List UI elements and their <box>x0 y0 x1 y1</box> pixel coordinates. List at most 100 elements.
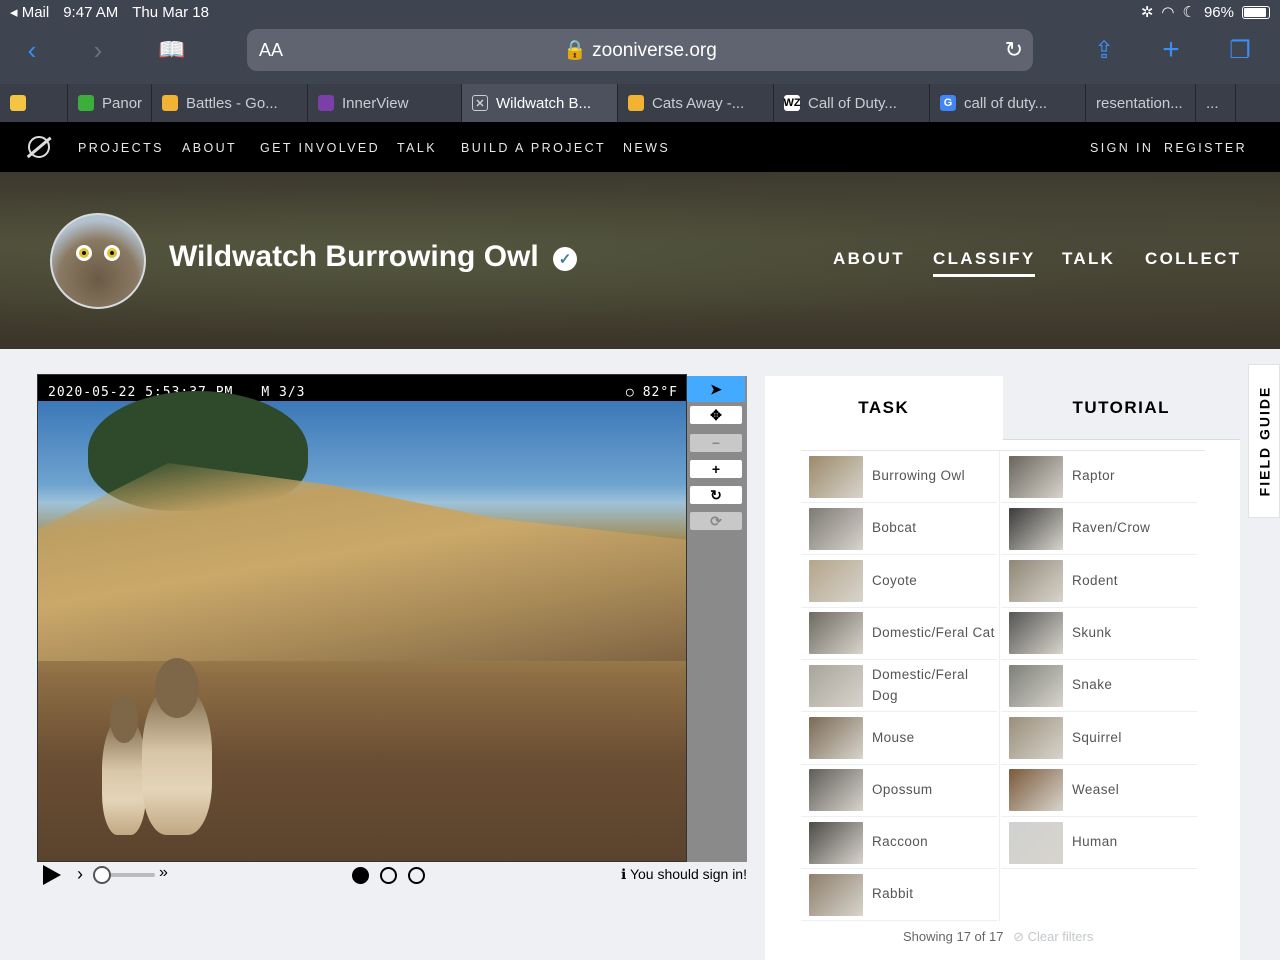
camera-timestamp: 2020-05-22 5:53:37 PM M 3/3 ○ 82°F <box>48 385 678 400</box>
tabs-overview-icon[interactable]: ❐ <box>1220 30 1260 70</box>
verified-badge-icon: ✓ <box>553 247 577 271</box>
browser-tab[interactable]: Cats Away -... <box>618 84 774 122</box>
close-icon: ✕ <box>472 95 488 111</box>
species-choice[interactable]: Mouse <box>801 713 997 765</box>
battery-icon <box>1242 5 1270 19</box>
hand-emoji-favicon <box>628 95 644 111</box>
pan-tool-icon[interactable]: ✥ <box>690 406 742 424</box>
frame-dot-3[interactable] <box>408 867 425 884</box>
browser-tab[interactable]: ... <box>1196 84 1236 122</box>
tab-tutorial[interactable]: TUTORIAL <box>1002 376 1240 440</box>
zoom-in-icon[interactable]: + <box>690 460 742 478</box>
speed-fast-icon: » <box>159 864 168 881</box>
zooniverse-logo-icon[interactable] <box>28 136 50 158</box>
species-choice[interactable]: Snake <box>1001 660 1197 713</box>
sign-in-link[interactable]: SIGN IN <box>1090 141 1153 155</box>
species-label: Coyote <box>872 572 918 588</box>
species-choice[interactable]: Raptor <box>1001 451 1197 503</box>
species-label: Rabbit <box>872 886 914 902</box>
species-choice[interactable]: Human <box>1001 817 1197 870</box>
browser-tab[interactable]: Battles - Go... <box>152 84 308 122</box>
register-link[interactable]: REGISTER <box>1164 141 1247 155</box>
species-thumbnail <box>809 612 863 655</box>
project-header: Wildwatch Burrowing Owl ✓ ABOUT CLASSIFY… <box>0 172 1280 349</box>
species-choice[interactable]: Weasel <box>1001 765 1197 817</box>
nav-news[interactable]: NEWS <box>623 141 670 155</box>
project-nav-collect[interactable]: COLLECT <box>1145 249 1241 269</box>
frame-dot-1[interactable] <box>352 867 369 884</box>
back-to-mail-link[interactable]: ◂ Mail <box>10 3 49 21</box>
species-choices: Burrowing Owl Bobcat Coyote Domestic/Feral … <box>801 450 1205 922</box>
share-icon[interactable]: ⇪ <box>1084 30 1124 70</box>
address-bar[interactable]: AA 🔒 zooniverse.org ↻ <box>247 29 1033 71</box>
browser-tab[interactable] <box>0 84 68 122</box>
nav-projects[interactable]: PROJECTS <box>78 141 164 155</box>
species-label: Raccoon <box>872 834 929 850</box>
subject-viewer[interactable]: 2020-05-22 5:53:37 PM M 3/3 ○ 82°F <box>37 374 687 862</box>
species-label: Burrowing Owl <box>872 468 965 484</box>
innerview-favicon <box>318 95 334 111</box>
clear-filters-button[interactable]: ⊘ Clear filters <box>1013 929 1093 944</box>
project-nav-classify[interactable]: CLASSIFY <box>933 249 1036 277</box>
species-thumbnail <box>1009 612 1063 655</box>
species-choice[interactable]: Opossum <box>801 765 997 817</box>
species-label: Raptor <box>1072 468 1115 484</box>
project-nav-talk[interactable]: TALK <box>1062 249 1115 269</box>
frame-dot-2[interactable] <box>380 867 397 884</box>
species-label: Domestic/Feral Dog <box>872 666 969 703</box>
species-choice[interactable]: Rabbit <box>801 869 997 922</box>
info-icon: ℹ <box>621 866 627 882</box>
project-nav-about[interactable]: ABOUT <box>833 249 905 269</box>
pointer-tool-icon[interactable]: ➤ <box>687 376 745 402</box>
frame-controls: › » ℹ You should sign in! <box>37 860 747 890</box>
species-thumbnail <box>809 560 863 603</box>
species-choice[interactable]: Raven/Crow <box>1001 503 1197 556</box>
species-choice[interactable]: Domestic/Feral Dog <box>801 660 997 713</box>
play-icon[interactable] <box>43 865 61 885</box>
nav-build-project[interactable]: BUILD A PROJECT <box>461 141 606 155</box>
tab-strip: Panor Battles - Go... InnerView ✕ Wildwatch … <box>0 84 1280 122</box>
project-title[interactable]: Wildwatch Burrowing Owl <box>169 240 539 274</box>
zoom-out-icon[interactable]: − <box>690 434 742 452</box>
reset-icon[interactable]: ⟳ <box>690 512 742 530</box>
browser-tab[interactable]: WZ Call of Duty... <box>774 84 930 122</box>
species-choice[interactable]: Raccoon <box>801 817 997 870</box>
species-thumbnail <box>1009 455 1063 498</box>
viewer-toolbar: ➤ ✥ − + ↻ ⟳ <box>687 376 747 862</box>
species-choice[interactable]: Rodent <box>1001 556 1197 608</box>
browser-tab[interactable]: InnerView <box>308 84 462 122</box>
nav-talk[interactable]: TALK <box>397 141 437 155</box>
species-thumbnail <box>1009 821 1063 864</box>
species-thumbnail <box>1009 560 1063 603</box>
species-label: Domestic/Feral Cat <box>872 624 995 640</box>
speed-slider-knob[interactable] <box>93 866 111 884</box>
reload-icon[interactable]: ↻ <box>1005 37 1023 63</box>
wz-favicon: WZ <box>783 95 801 111</box>
wifi-icon: ◠ <box>1161 4 1175 21</box>
back-icon[interactable]: ‹ <box>12 30 52 70</box>
sign-in-notice[interactable]: ℹ You should sign in! <box>621 866 747 883</box>
species-choice[interactable]: Domestic/Feral Cat <box>801 608 997 660</box>
browser-tab[interactable]: resentation... <box>1086 84 1196 122</box>
forward-icon[interactable]: › <box>78 30 118 70</box>
species-thumbnail <box>809 664 863 707</box>
browser-tab[interactable]: Panor <box>68 84 152 122</box>
field-guide-button[interactable]: FIELD GUIDE <box>1248 364 1280 518</box>
new-tab-icon[interactable]: + <box>1151 30 1191 70</box>
species-label: Rodent <box>1072 572 1118 588</box>
nav-about[interactable]: ABOUT <box>182 141 237 155</box>
nav-get-involved[interactable]: GET INVOLVED <box>260 141 380 155</box>
bookmarks-icon[interactable]: 📖 <box>152 30 192 70</box>
species-choice[interactable]: Coyote <box>801 556 997 608</box>
browser-tab[interactable]: ✕ Wildwatch B... <box>462 84 618 122</box>
rotate-icon[interactable]: ↻ <box>690 486 742 504</box>
species-choice[interactable]: Burrowing Owl <box>801 451 997 503</box>
species-choice[interactable]: Squirrel <box>1001 713 1197 765</box>
species-choice[interactable]: Bobcat <box>801 503 997 556</box>
species-choice[interactable]: Skunk <box>1001 608 1197 660</box>
tab-task[interactable]: TASK <box>765 376 1003 440</box>
browser-tab[interactable]: Gcall of duty... <box>930 84 1086 122</box>
tab-title: resentation... <box>1096 94 1183 112</box>
reader-settings-button[interactable]: AA <box>259 40 283 61</box>
project-avatar[interactable] <box>50 213 146 309</box>
